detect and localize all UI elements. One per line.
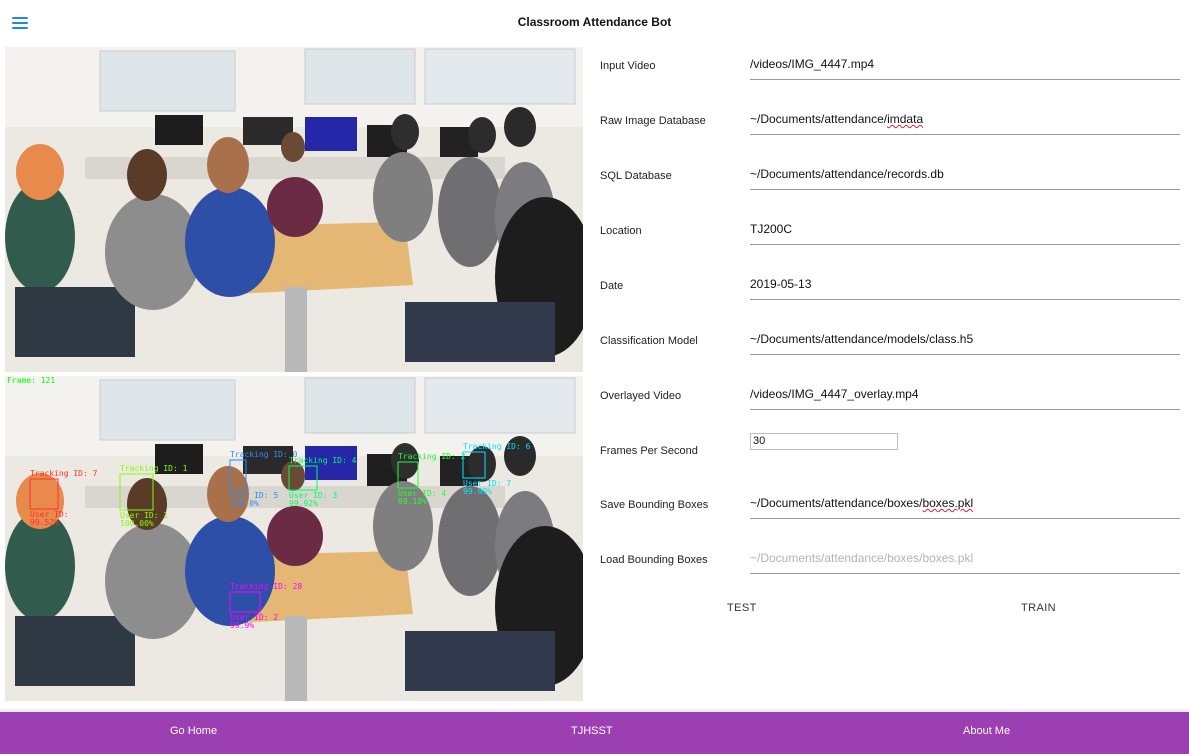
about-me-link[interactable]: About Me (963, 725, 1010, 737)
save-bounding-boxes-path: ~/Documents/attendance/boxes/ (750, 496, 923, 510)
classification-model-row: Classification Model ~/Documents/attenda… (600, 323, 1180, 363)
confidence-score-label: 99.18% (398, 497, 427, 506)
load-bounding-boxes-label: Load Bounding Boxes (600, 554, 708, 566)
input-video-label: Input Video (600, 60, 656, 72)
tjhsst-link[interactable]: TJHSST (571, 725, 613, 737)
sql-database-field[interactable]: ~/Documents/attendance/records.db (750, 162, 1180, 190)
confidence-score-label: 99.92% (289, 499, 318, 508)
location-label: Location (600, 225, 642, 237)
frames-per-second-label: Frames Per Second (600, 445, 698, 457)
date-row: Date 2019-05-13 (600, 268, 1180, 308)
overlayed-video-row: Overlayed Video /videos/IMG_4447_overlay… (600, 378, 1180, 418)
confidence-score-label: 99.52% (30, 518, 59, 527)
test-button[interactable]: TEST (727, 602, 757, 614)
overlayed-video-label: Overlayed Video (600, 390, 682, 402)
date-label: Date (600, 280, 624, 292)
sql-database-row: SQL Database ~/Documents/attendance/reco… (600, 158, 1180, 198)
footer-nav: Go Home TJHSST About Me (0, 712, 1189, 754)
classroom-scene-image (5, 47, 583, 372)
raw-video-frame (5, 47, 583, 372)
classification-model-label: Classification Model (600, 335, 698, 347)
confidence-score-label: 99.99% (463, 487, 492, 496)
tracking-id-label: Tracking ID: 28 (230, 582, 302, 591)
location-field[interactable]: TJ200C (750, 217, 1180, 245)
raw-image-database-label: Raw Image Database (600, 115, 706, 127)
tracking-id-label: Tracking ID: 6 (463, 442, 531, 451)
go-home-link[interactable]: Go Home (170, 725, 217, 737)
tracking-id-label: Tracking ID: 1 (120, 464, 188, 473)
frames-per-second-row: Frames Per Second 30 (600, 433, 1180, 473)
raw-image-database-path: ~/Documents/attendance/ (750, 112, 888, 126)
sql-database-label: SQL Database (600, 170, 672, 182)
confidence-score-label: 99.9% (230, 621, 254, 630)
classification-model-field[interactable]: ~/Documents/attendance/models/class.h5 (750, 327, 1180, 355)
input-video-row: Input Video /videos/IMG_4447.mp4 (600, 48, 1180, 88)
save-bounding-boxes-row: Save Bounding Boxes ~/Documents/attendan… (600, 487, 1180, 527)
frames-per-second-input[interactable]: 30 (750, 433, 898, 450)
load-bounding-boxes-field[interactable]: ~/Documents/attendance/boxes/boxes.pkl (750, 546, 1180, 574)
raw-image-database-row: Raw Image Database ~/Documents/attendanc… (600, 103, 1180, 143)
overlayed-video-field[interactable]: /videos/IMG_4447_overlay.mp4 (750, 382, 1180, 410)
save-bounding-boxes-field[interactable]: ~/Documents/attendance/boxes/boxes.pkl (750, 491, 1180, 519)
tracking-id-label: Tracking ID: 2 (398, 452, 466, 461)
raw-image-database-field[interactable]: ~/Documents/attendance/imdata (750, 107, 1180, 135)
location-row: Location TJ200C (600, 213, 1180, 253)
save-bounding-boxes-label: Save Bounding Boxes (600, 499, 709, 511)
tracking-id-label: Tracking ID: 7 (30, 469, 98, 478)
load-bounding-boxes-row: Load Bounding Boxes ~/Documents/attendan… (600, 542, 1180, 582)
tracking-id-label: Tracking ID: 0 (230, 450, 298, 459)
frame-counter-label: Frame: 121 (7, 376, 55, 385)
app-title: Classroom Attendance Bot (517, 15, 672, 29)
tracking-id-label: Tracking ID: 4 (289, 456, 357, 465)
train-button[interactable]: TRAIN (1021, 602, 1056, 614)
overlayed-video-frame: Frame: 121 Tracking ID: 7 User ID: 99.52% T… (5, 376, 583, 701)
confidence-score-label: 100.0% (230, 499, 259, 508)
classroom-overlay-image: Frame: 121 Tracking ID: 7User ID:99.52%T… (5, 376, 583, 701)
confidence-score-label: 100.00% (120, 519, 154, 528)
input-video-field[interactable]: /videos/IMG_4447.mp4 (750, 52, 1180, 80)
raw-image-database-misspelled-word: imdata (887, 112, 924, 126)
date-field[interactable]: 2019-05-13 (750, 272, 1180, 300)
save-bounding-boxes-misspelled-word: boxes.pkl (922, 496, 974, 510)
